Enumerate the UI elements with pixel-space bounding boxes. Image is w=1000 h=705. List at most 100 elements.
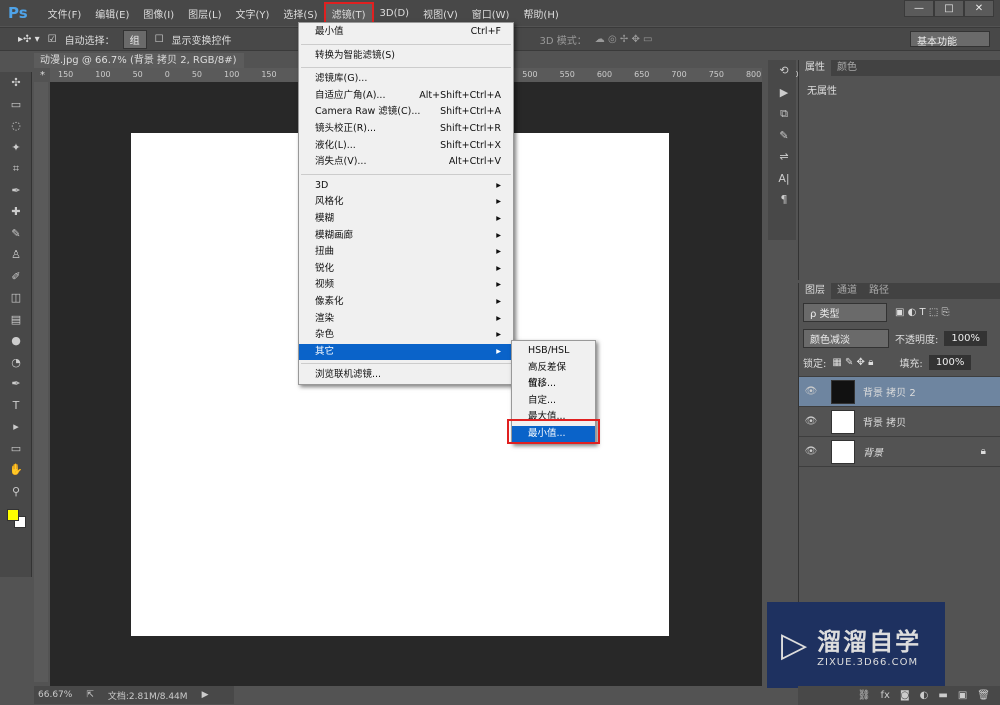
paragraph-icon[interactable]: ¶ bbox=[768, 189, 800, 211]
crop-tool-icon[interactable]: ⌗ bbox=[0, 158, 32, 180]
brush-tool-icon[interactable]: ✎ bbox=[0, 223, 32, 245]
menu-item[interactable]: 3D ▸ bbox=[299, 178, 513, 195]
trash-icon[interactable]: 🗑︎ bbox=[977, 690, 990, 701]
menu-item[interactable]: 锐化 ▸ bbox=[299, 261, 513, 278]
status-arrow-icon[interactable]: ▶ bbox=[202, 690, 209, 700]
menu-help[interactable]: 帮助(H) bbox=[517, 4, 564, 23]
eye-icon[interactable]: 👁︎ bbox=[799, 446, 823, 457]
gradient-tool-icon[interactable]: ▤ bbox=[0, 309, 32, 331]
eraser-tool-icon[interactable]: ◫ bbox=[0, 287, 32, 309]
menu-item[interactable]: 像素化 ▸ bbox=[299, 294, 513, 311]
tab-layers[interactable]: 图层 bbox=[799, 283, 831, 299]
menu-item[interactable]: 视频 ▸ bbox=[299, 277, 513, 294]
eyedropper-tool-icon[interactable]: ✒ bbox=[0, 180, 32, 202]
close-button[interactable]: ✕ bbox=[964, 0, 994, 17]
foreground-color-swatch[interactable] bbox=[7, 509, 19, 521]
clone-source-icon[interactable]: ⧉ bbox=[768, 103, 800, 125]
history-brush-tool-icon[interactable]: ✐ bbox=[0, 266, 32, 288]
eye-icon[interactable]: 👁︎ bbox=[799, 386, 823, 397]
menu-item[interactable]: 液化(L)... Shift+Ctrl+X bbox=[299, 138, 513, 155]
document-tab[interactable]: 动漫.jpg @ 66.7% (背景 拷贝 2, RGB/8#) * bbox=[34, 53, 244, 81]
menu-item[interactable]: 镜头校正(R)... Shift+Ctrl+R bbox=[299, 121, 513, 138]
layer-row[interactable]: 👁︎ 背景 拷贝 2 bbox=[799, 377, 1000, 407]
menu-item[interactable]: 滤镜库(G)... bbox=[299, 71, 513, 88]
history-icon[interactable]: ⟲ bbox=[768, 60, 800, 82]
menu-item[interactable]: 渲染 ▸ bbox=[299, 311, 513, 328]
zoom-tool-icon[interactable]: ⚲ bbox=[0, 481, 32, 503]
move-tool-icon[interactable]: ▸✣ ▾ bbox=[18, 34, 40, 45]
menu-item[interactable]: 杂色 ▸ bbox=[299, 327, 513, 344]
tab-paths[interactable]: 路径 bbox=[863, 283, 895, 299]
maximize-button[interactable]: □ bbox=[934, 0, 964, 17]
menu-item[interactable]: HSB/HSL bbox=[512, 343, 595, 360]
menu-item[interactable]: 模糊画廊 ▸ bbox=[299, 228, 513, 245]
dodge-tool-icon[interactable]: ◔ bbox=[0, 352, 32, 374]
lock-icons[interactable]: ▦ ✎ ✥ 🔒︎ bbox=[832, 357, 873, 368]
new-layer-icon[interactable]: ▣ bbox=[958, 690, 967, 701]
auto-select-checkbox[interactable]: ☑ bbox=[48, 34, 57, 45]
layer-row[interactable]: 👁︎ 背景 拷贝 bbox=[799, 407, 1000, 437]
export-icon[interactable]: ⇱ bbox=[86, 690, 94, 700]
opacity-input[interactable]: 100% bbox=[944, 331, 987, 346]
menu-item[interactable]: 其它 ▸ bbox=[299, 343, 513, 361]
menu-file[interactable]: 文件(F) bbox=[42, 4, 88, 23]
hand-tool-icon[interactable]: ✋ bbox=[0, 459, 32, 481]
zoom-level[interactable]: 66.67% bbox=[38, 690, 72, 700]
menu-edit[interactable]: 编辑(E) bbox=[89, 4, 135, 23]
3d-tools-icon[interactable]: ☁ ◎ ✢ ✥ ▭ bbox=[595, 34, 653, 45]
menu-item[interactable]: 浏览联机滤镜... bbox=[299, 367, 513, 384]
workspace-dropdown[interactable]: 基本功能 bbox=[910, 31, 990, 48]
minimize-button[interactable]: — bbox=[904, 0, 934, 17]
shape-tool-icon[interactable]: ▭ bbox=[0, 438, 32, 460]
menu-filter[interactable]: 滤镜(T) bbox=[323, 1, 374, 25]
lasso-tool-icon[interactable]: ◌ bbox=[0, 115, 32, 137]
menu-item[interactable]: 转换为智能滤镜(S) bbox=[299, 48, 513, 65]
move-tool-icon[interactable]: ✣ bbox=[0, 72, 32, 94]
tab-channels[interactable]: 通道 bbox=[831, 283, 863, 299]
menu-select[interactable]: 选择(S) bbox=[277, 4, 323, 23]
folder-icon[interactable]: ▬ bbox=[938, 690, 947, 701]
auto-select-dropdown[interactable]: 组 bbox=[122, 29, 147, 49]
fx-icon[interactable]: fx bbox=[881, 690, 890, 701]
menu-item[interactable]: Camera Raw 滤镜(C)... Shift+Ctrl+A bbox=[299, 104, 513, 121]
menu-type[interactable]: 文字(Y) bbox=[230, 4, 276, 23]
mask-icon[interactable]: ◙ bbox=[900, 690, 910, 701]
marquee-tool-icon[interactable]: ▭ bbox=[0, 94, 32, 116]
path-select-tool-icon[interactable]: ▸ bbox=[0, 416, 32, 438]
stamp-tool-icon[interactable]: ♙ bbox=[0, 244, 32, 266]
eye-icon[interactable]: 👁︎ bbox=[799, 416, 823, 427]
menu-item[interactable]: 风格化 ▸ bbox=[299, 194, 513, 211]
fill-input[interactable]: 100% bbox=[928, 355, 972, 370]
menu-item[interactable]: 自适应广角(A)... Alt+Shift+Ctrl+A bbox=[299, 88, 513, 105]
layer-filter-dropdown[interactable]: ρ 类型 bbox=[803, 303, 887, 322]
layer-filter-icons[interactable]: ▣ ◐ T ⬚ ⎘ bbox=[895, 307, 949, 318]
menu-3d[interactable]: 3D(D) bbox=[374, 6, 416, 21]
text-tool-icon[interactable]: T bbox=[0, 395, 32, 417]
menu-item[interactable]: 位移... bbox=[512, 376, 595, 393]
menu-item[interactable]: 最小值 Ctrl+F bbox=[299, 24, 513, 41]
menu-layer[interactable]: 图层(L) bbox=[182, 4, 227, 23]
tab-properties[interactable]: 属性 bbox=[799, 60, 831, 76]
menu-item[interactable]: 扭曲 ▸ bbox=[299, 244, 513, 261]
magic-wand-tool-icon[interactable]: ✦ bbox=[0, 137, 32, 159]
show-transform-checkbox[interactable]: ☐ bbox=[155, 34, 164, 45]
adjustment-icon[interactable]: ◐ bbox=[920, 690, 929, 701]
menu-image[interactable]: 图像(I) bbox=[137, 4, 180, 23]
actions-play-icon[interactable]: ▶ bbox=[768, 82, 800, 104]
tab-color[interactable]: 颜色 bbox=[831, 60, 863, 76]
menu-item[interactable]: 高反差保留... bbox=[512, 360, 595, 390]
menu-window[interactable]: 窗口(W) bbox=[466, 4, 516, 23]
healing-tool-icon[interactable]: ✚ bbox=[0, 201, 32, 223]
blend-mode-dropdown[interactable]: 颜色减淡 bbox=[803, 329, 889, 348]
menu-view[interactable]: 视图(V) bbox=[417, 4, 464, 23]
adjust-icon[interactable]: ⇌ bbox=[768, 146, 800, 168]
link-icon[interactable]: ⛓ bbox=[858, 690, 871, 701]
pen-tool-icon[interactable]: ✒ bbox=[0, 373, 32, 395]
menu-item[interactable]: 消失点(V)... Alt+Ctrl+V bbox=[299, 154, 513, 171]
blur-tool-icon[interactable]: ● bbox=[0, 330, 32, 352]
brush-preset-icon[interactable]: ✎ bbox=[768, 125, 800, 147]
menu-item[interactable]: 自定... bbox=[512, 393, 595, 410]
character-icon[interactable]: A| bbox=[768, 168, 800, 190]
layer-row[interactable]: 👁︎ 背景 🔒︎ bbox=[799, 437, 1000, 467]
menu-item[interactable]: 模糊 ▸ bbox=[299, 211, 513, 228]
